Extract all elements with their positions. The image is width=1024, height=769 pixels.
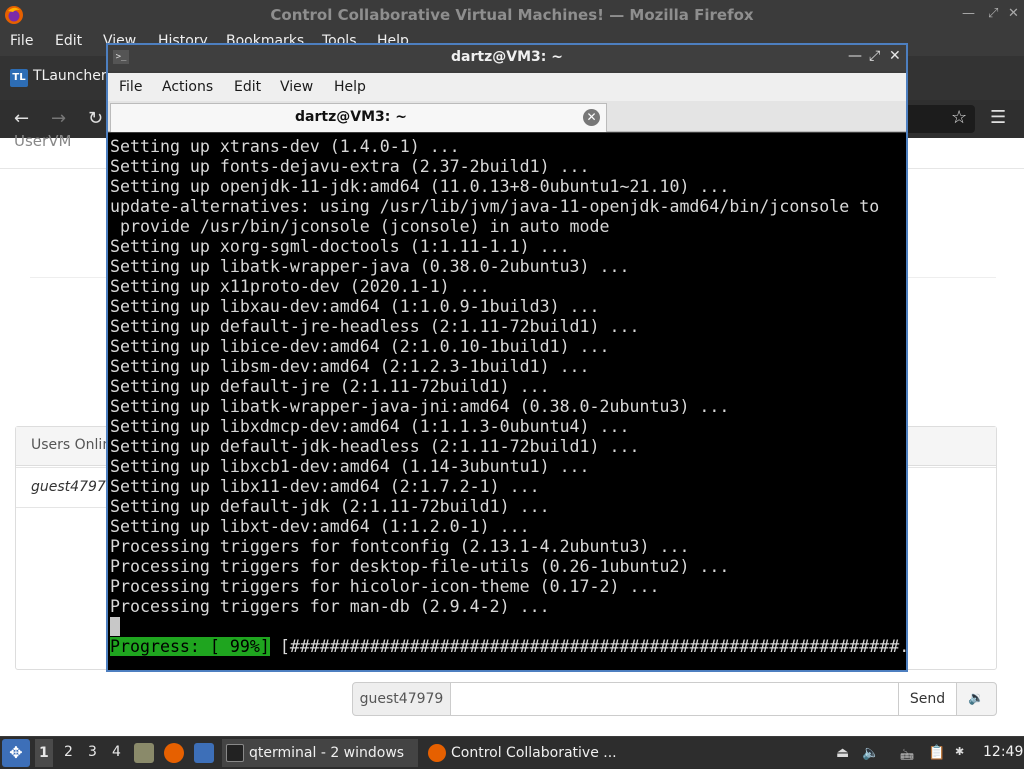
terminal-line: Processing triggers for fontconfig (2.13… xyxy=(110,537,690,556)
terminal-window-title: dartz@VM3: ~ xyxy=(451,49,563,65)
menu-file[interactable]: File xyxy=(10,33,33,49)
terminal-line: update-alternatives: using /usr/lib/jvm/… xyxy=(110,197,880,216)
terminal-line: Setting up xtrans-dev (1.4.0-1) ... xyxy=(110,137,460,156)
terminal-line: Setting up libx11-dev:amd64 (2:1.7.2-1) … xyxy=(110,477,540,496)
task-firefox[interactable]: Control Collaborative ... xyxy=(424,739,624,767)
forward-icon[interactable]: → xyxy=(51,108,66,129)
app-menu-icon[interactable]: ☰ xyxy=(990,107,1006,128)
terminal-line: Setting up x11proto-dev (2020.1-1) ... xyxy=(110,277,490,296)
terminal-line: Setting up openjdk-11-jdk:amd64 (11.0.13… xyxy=(110,177,730,196)
firefox-launcher-icon[interactable] xyxy=(164,743,184,763)
close-icon[interactable]: ✕ xyxy=(889,48,901,64)
terminal-line: Processing triggers for desktop-file-uti… xyxy=(110,557,730,576)
task-label: Control Collaborative ... xyxy=(451,745,617,761)
terminal-line: Setting up libice-dev:amd64 (2:1.0.10-1b… xyxy=(110,337,610,356)
minimize-icon[interactable]: — xyxy=(962,6,975,21)
divider xyxy=(16,507,111,508)
terminal-tabbar: dartz@VM3: ~ ✕ xyxy=(108,101,906,132)
terminal-line: Setting up fonts-dejavu-extra (2.37-2bui… xyxy=(110,157,590,176)
task-qterminal[interactable]: qterminal - 2 windows xyxy=(222,739,418,767)
terminal-menu-help[interactable]: Help xyxy=(334,79,366,95)
terminal-line: Setting up libatk-wrapper-java (0.38.0-2… xyxy=(110,257,630,276)
tab-tlauncher[interactable]: TL TLauncher xyxy=(4,63,108,93)
terminal-line: Setting up xorg-sgml-doctools (1:1.11-1.… xyxy=(110,237,570,256)
terminal-line: Setting up libatk-wrapper-java-jni:amd64… xyxy=(110,397,730,416)
terminal-line: Setting up libxdmcp-dev:amd64 (1:1.1.3-0… xyxy=(110,417,630,436)
chat-username[interactable]: guest47979 xyxy=(352,682,451,716)
terminal-line: Setting up libxau-dev:amd64 (1:1.0.9-1bu… xyxy=(110,297,600,316)
terminal-titlebar: >_ dartz@VM3: ~ — ⤢ ✕ xyxy=(108,45,906,71)
terminal-line: Setting up libsm-dev:amd64 (2:1.2.3-1bui… xyxy=(110,357,590,376)
workspace-2[interactable]: 2 xyxy=(64,744,73,760)
terminal-cursor xyxy=(110,617,120,636)
workspace-3[interactable]: 3 xyxy=(88,744,97,760)
task-label: qterminal - 2 windows xyxy=(249,745,405,761)
terminal-line: Processing triggers for man-db (2.9.4-2)… xyxy=(110,597,550,616)
workspace-1[interactable]: 1 xyxy=(35,739,53,767)
terminal-line: Setting up libxt-dev:amd64 (1:1.2.0-1) .… xyxy=(110,517,530,536)
reload-icon[interactable]: ↻ xyxy=(88,108,103,129)
tlauncher-icon: TL xyxy=(10,69,28,87)
terminal-tab-title: dartz@VM3: ~ xyxy=(295,109,407,125)
page-heading: UserVM xyxy=(14,132,72,150)
close-icon[interactable]: ✕ xyxy=(1008,6,1019,21)
send-button[interactable]: Send xyxy=(898,682,957,716)
terminal-menubar: File Actions Edit View Help xyxy=(108,73,906,101)
workspace-4[interactable]: 4 xyxy=(112,744,121,760)
terminal-line: Setting up default-jre-headless (2:1.11-… xyxy=(110,317,640,336)
maximize-icon[interactable]: ⤢ xyxy=(988,6,998,21)
terminal-window: >_ dartz@VM3: ~ — ⤢ ✕ File Actions Edit … xyxy=(106,43,908,672)
clipboard-icon[interactable]: 📋 xyxy=(928,745,945,761)
terminal-output[interactable]: Setting up xtrans-dev (1.4.0-1) ... Setti… xyxy=(108,133,906,670)
speaker-icon[interactable]: 🔉 xyxy=(956,682,997,716)
volume-icon[interactable]: 🔈 xyxy=(862,745,879,761)
terminal-line: Setting up default-jre (2:1.11-72build1)… xyxy=(110,377,550,396)
chat-bar: guest47979 Send 🔉 xyxy=(352,682,997,716)
terminal-menu-actions[interactable]: Actions xyxy=(162,79,213,95)
terminal-line: Setting up default-jdk (2:1.11-72build1)… xyxy=(110,497,550,516)
terminal-menu-edit[interactable]: Edit xyxy=(234,79,261,95)
menu-edit[interactable]: Edit xyxy=(55,33,82,49)
start-menu-icon[interactable]: ✥ xyxy=(2,739,30,767)
chat-input[interactable] xyxy=(450,682,899,716)
clock: 12:49 xyxy=(983,744,1024,760)
firefox-window-title: Control Collaborative Virtual Machines! … xyxy=(270,6,754,24)
close-tab-icon[interactable]: ✕ xyxy=(583,109,600,126)
minimize-icon[interactable]: — xyxy=(848,48,862,64)
progress-line: Progress: [ 99%] [######################… xyxy=(110,637,906,657)
terminal-icon xyxy=(226,744,244,762)
progress-label: Progress: [ 99%] xyxy=(110,637,270,656)
terminal-lines: Setting up xtrans-dev (1.4.0-1) ... Setti… xyxy=(110,137,879,617)
back-icon[interactable]: ← xyxy=(14,108,29,129)
maximize-icon[interactable]: ⤢ xyxy=(869,48,880,64)
firefox-icon xyxy=(428,744,446,762)
terminal-line: Setting up libxcb1-dev:amd64 (1.14-3ubun… xyxy=(110,457,590,476)
terminal-menu-file[interactable]: File xyxy=(119,79,142,95)
file-manager-icon[interactable] xyxy=(134,743,154,763)
terminal-line: Setting up default-jdk-headless (2:1.11-… xyxy=(110,437,640,456)
tab-label: TLauncher xyxy=(33,68,107,84)
terminal-line: Processing triggers for hicolor-icon-the… xyxy=(110,577,660,596)
user-list-item[interactable]: guest47979 xyxy=(31,479,115,495)
terminal-menu-view[interactable]: View xyxy=(280,79,313,95)
progress-bar: [#######################################… xyxy=(269,637,906,656)
bluetooth-icon[interactable]: ✱ xyxy=(955,745,964,758)
terminal-tab[interactable]: dartz@VM3: ~ ✕ xyxy=(110,103,607,132)
eject-icon[interactable]: ⏏ xyxy=(836,745,849,761)
bookmark-star-icon[interactable]: ☆ xyxy=(951,107,967,128)
desktop-icon[interactable] xyxy=(194,743,214,763)
terminal-line: provide /usr/bin/jconsole (jconsole) in … xyxy=(110,217,610,236)
taskbar: ✥ 1 2 3 4 qterminal - 2 windows Control … xyxy=(0,736,1024,768)
network-icon[interactable]: 🖮 xyxy=(900,745,914,769)
firefox-titlebar: Control Collaborative Virtual Machines! … xyxy=(0,0,1024,30)
